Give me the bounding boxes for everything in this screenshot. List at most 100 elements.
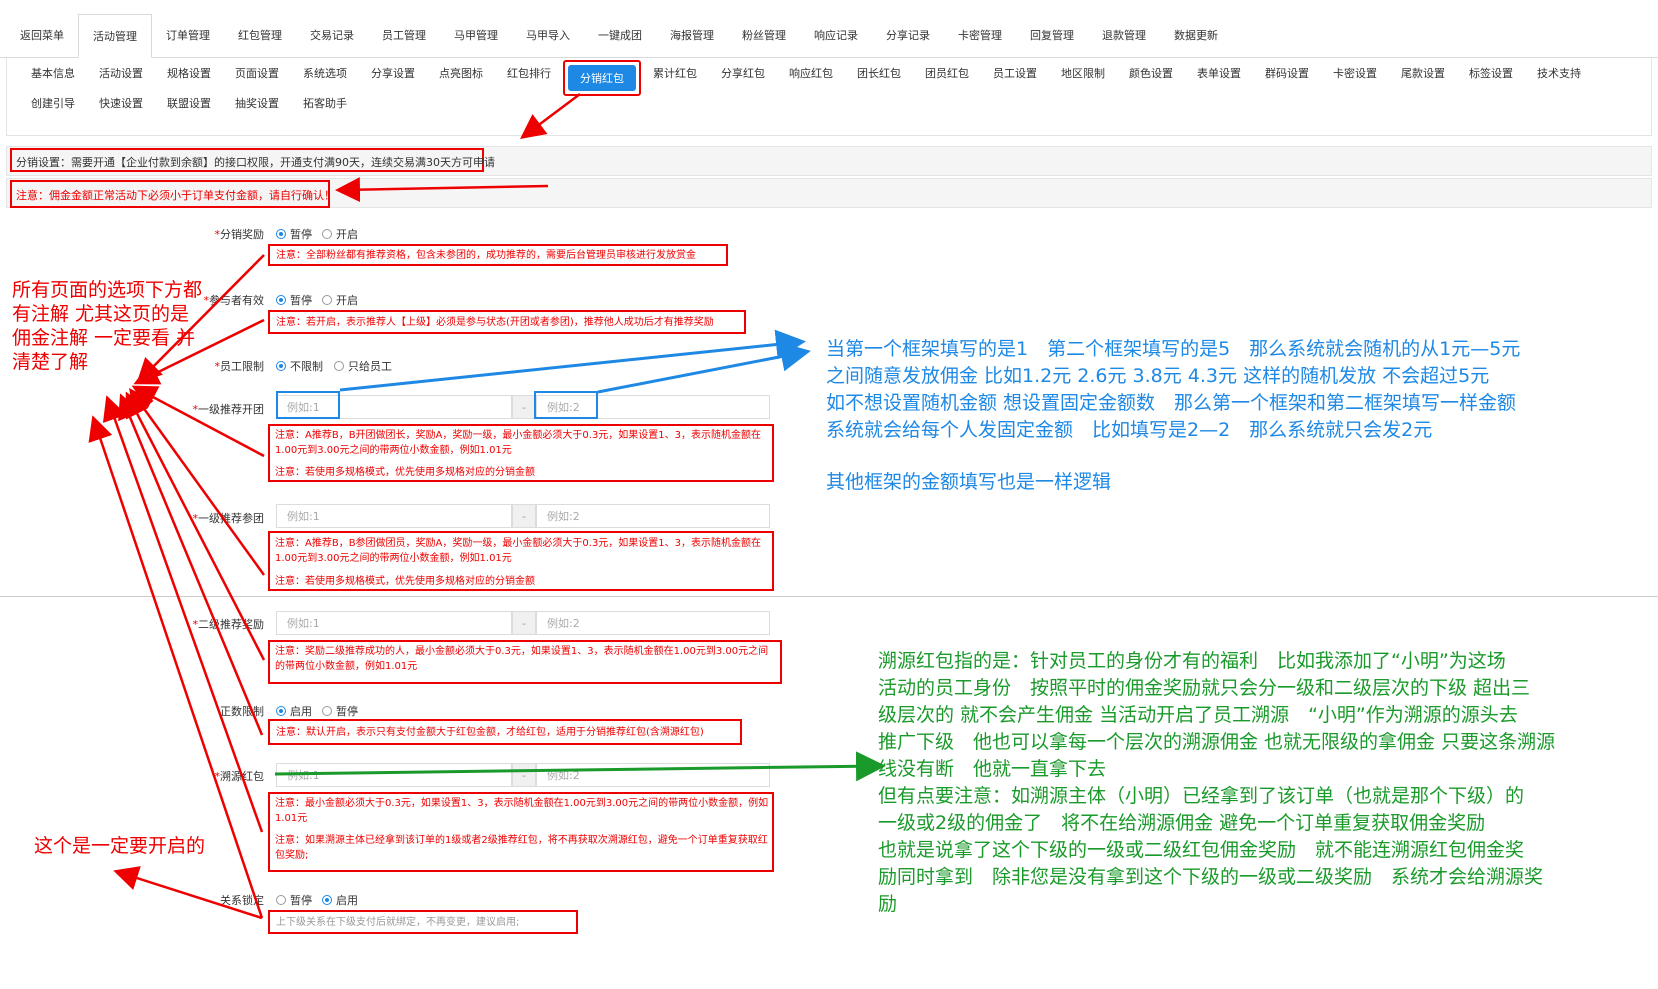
- yuangong-unlimited-radio[interactable]: 不限制: [276, 358, 323, 374]
- commission-warning-notice: 注意：佣金金额正常活动下必须小于订单支付金额，请自行确认！: [16, 189, 335, 202]
- annotation-green-line-4: 推广下级 他也可以拿每一个层次的溯源佣金 也就无限级的拿佣金 只要这条溯源: [878, 731, 1556, 753]
- canyu-pause-radio[interactable]: 暂停: [276, 292, 312, 308]
- fenxiao-pause-radio[interactable]: 暂停: [276, 226, 312, 242]
- zhengshu-pause-radio[interactable]: 暂停: [322, 703, 358, 719]
- guanxi-enable-radio[interactable]: 启用: [322, 892, 358, 908]
- yiji-ct-min-input[interactable]: 例如:1: [276, 504, 512, 528]
- arrow-zhengshu: [118, 393, 264, 736]
- erji-min-input[interactable]: 例如:1: [276, 611, 512, 635]
- suyuan-dash: -: [512, 763, 536, 787]
- tab-vest-import[interactable]: 马甲导入: [512, 13, 584, 57]
- subtab-response-redpacket[interactable]: 响应红包: [777, 60, 845, 86]
- yiji-ct-note-1: 注意：A推荐B，B参团做团员，奖励A，奖励一级，最小金额必须大于0.3元，如果设…: [275, 538, 762, 564]
- subtab-customer-assistant[interactable]: 拓客助手: [291, 90, 359, 116]
- subtab-lottery-settings[interactable]: 抽奖设置: [223, 90, 291, 116]
- suyuan-max-input[interactable]: 例如:2: [536, 763, 770, 787]
- tab-activity-management[interactable]: 活动管理: [78, 14, 152, 58]
- tab-transaction-records[interactable]: 交易记录: [296, 13, 368, 57]
- arrow-yiji-ct: [129, 387, 266, 576]
- annotation-green-line-8: 也就是说拿了这个下级的一级或二级红包佣金奖励 就不能连溯源红包佣金奖: [878, 839, 1525, 861]
- subtab-create-guide[interactable]: 创建引导: [19, 90, 87, 116]
- radio-checked-icon: [276, 295, 286, 305]
- canyu-open-radio[interactable]: 开启: [322, 292, 358, 308]
- yiji-kt-label: *一级推荐开团: [192, 403, 265, 416]
- annotation-green-line-9: 励同时拿到 除非您是没有拿到这个下级的一级或二级奖励 系统才会给溯源奖: [878, 866, 1544, 888]
- subtab-tag-settings[interactable]: 标签设置: [1457, 60, 1525, 86]
- subtab-quick-settings[interactable]: 快速设置: [87, 90, 155, 116]
- zhengshu-label: 正数限制: [220, 705, 264, 718]
- subtab-alliance-settings[interactable]: 联盟设置: [155, 90, 223, 116]
- top-tab-bar: 返回菜单 活动管理 订单管理 红包管理 交易记录 员工管理 马甲管理 马甲导入 …: [0, 0, 1658, 58]
- guanxi-note: 上下级关系在下级支付后就绑定，不再变更，建议启用;: [276, 917, 520, 928]
- subtab-color-settings[interactable]: 颜色设置: [1117, 60, 1185, 86]
- subtab-page-settings[interactable]: 页面设置: [223, 60, 291, 86]
- tab-vest-management[interactable]: 马甲管理: [440, 13, 512, 57]
- annotation-green-line-1: 溯源红包指的是：针对员工的身份才有的福利 比如我添加了“小明”为这场: [878, 650, 1506, 672]
- tab-one-click-group[interactable]: 一键成团: [584, 13, 656, 57]
- yiji-ct-max-input[interactable]: 例如:2: [536, 504, 770, 528]
- subtab-member-redpacket[interactable]: 团员红包: [913, 60, 981, 86]
- guanxi-label: 关系锁定: [220, 894, 264, 907]
- tab-poster-management[interactable]: 海报管理: [656, 13, 728, 57]
- yiji-kt-max-highlight: [534, 391, 598, 419]
- suyuan-min-input[interactable]: 例如:1: [276, 763, 512, 787]
- annotation-blue-line-1: 当第一个框架填写的是1 第二个框架填写的是5 那么系统就会随机的从1元—5元: [826, 338, 1521, 360]
- subtab-distribution-redpacket[interactable]: 分销红包: [568, 65, 636, 91]
- subtab-spec-settings[interactable]: 规格设置: [155, 60, 223, 86]
- tab-share-records[interactable]: 分享记录: [872, 13, 944, 57]
- tab-redpacket-management[interactable]: 红包管理: [224, 13, 296, 57]
- tab-data-update[interactable]: 数据更新: [1160, 13, 1232, 57]
- guanxi-pause-radio[interactable]: 暂停: [276, 892, 312, 908]
- subtab-activity-settings[interactable]: 活动设置: [87, 60, 155, 86]
- subtab-redpacket-rank[interactable]: 红包排行: [495, 60, 563, 86]
- tab-order-management[interactable]: 订单管理: [152, 13, 224, 57]
- fenxiao-label: *分销奖励: [214, 228, 265, 241]
- tab-refund-management[interactable]: 退款管理: [1088, 13, 1160, 57]
- tab-return-menu[interactable]: 返回菜单: [6, 13, 78, 57]
- radio-unchecked-icon: [322, 706, 332, 716]
- subtab-system-options[interactable]: 系统选项: [291, 60, 359, 86]
- tab-card-management[interactable]: 卡密管理: [944, 13, 1016, 57]
- subtab-balance-settings[interactable]: 尾款设置: [1389, 60, 1457, 86]
- subtab-basic-info[interactable]: 基本信息: [19, 60, 87, 86]
- canyu-note: 注意：若开启，表示推荐人【上级】必须是参与状态(开团或者参团)，推荐他人成功后才…: [276, 317, 714, 328]
- erji-max-input[interactable]: 例如:2: [536, 611, 770, 635]
- subtab-share-settings[interactable]: 分享设置: [359, 60, 427, 86]
- subtab-region-limit[interactable]: 地区限制: [1049, 60, 1117, 86]
- subtab-tech-support[interactable]: 技术支持: [1525, 60, 1593, 86]
- subtab-share-redpacket[interactable]: 分享红包: [709, 60, 777, 86]
- yiji-kt-dash: -: [512, 395, 536, 419]
- annotation-must-enable: 这个是一定要开启的: [34, 835, 206, 857]
- subtab-staff-settings[interactable]: 员工设置: [981, 60, 1049, 86]
- page-root: 返回菜单 活动管理 订单管理 红包管理 交易记录 员工管理 马甲管理 马甲导入 …: [0, 0, 1658, 989]
- yiji-ct-dash: -: [512, 504, 536, 528]
- fenxiao-open-radio[interactable]: 开启: [322, 226, 358, 242]
- tab-staff-management[interactable]: 员工管理: [368, 13, 440, 57]
- tab-response-records[interactable]: 响应记录: [800, 13, 872, 57]
- yuangong-label: *员工限制: [214, 360, 265, 373]
- subtab-distribution-highlight: 分销红包: [563, 60, 641, 96]
- tab-fans-management[interactable]: 粉丝管理: [728, 13, 800, 57]
- subtab-light-icon[interactable]: 点亮图标: [427, 60, 495, 86]
- annotation-green-line-7: 一级或2级的佣金了 将不在给溯源佣金 避免一个订单重复获取佣金奖励: [878, 812, 1486, 834]
- subtab-group-code-settings[interactable]: 群码设置: [1253, 60, 1321, 86]
- annotation-green-line-3: 级层次的 就不会产生佣金 当活动开启了员工溯源 “小明”作为溯源的源头去: [878, 704, 1518, 726]
- subtab-form-settings[interactable]: 表单设置: [1185, 60, 1253, 86]
- annotation-green-line-5: 线没有断 他就一直拿下去: [878, 758, 1107, 780]
- annotation-blue-line-2: 之间随意发放佣金 比如1.2元 2.6元 3.8元 4.3元 这样的随机发放 不…: [826, 365, 1490, 387]
- arrow-blue-max: [597, 341, 811, 394]
- arrow-blue-min: [339, 329, 806, 392]
- subtab-leader-redpacket[interactable]: 团长红包: [845, 60, 913, 86]
- yuangong-staff-only-radio[interactable]: 只给员工: [334, 358, 392, 374]
- erji-label: *二级推荐奖励: [192, 618, 265, 631]
- suyuan-note-1: 注意：最小金额必须大于0.3元，如果设置1、3，表示随机金额在1.00元到3.0…: [275, 798, 769, 824]
- tab-reply-management[interactable]: 回复管理: [1016, 13, 1088, 57]
- erji-note: 注意：奖励二级推荐成功的人，最小金额必须大于0.3元，如果设置1、3，表示随机金…: [275, 646, 769, 672]
- annotation-green-line-2: 活动的员工身份 按照平时的佣金奖励就只会分一级和二级层次的下级 超出三: [878, 677, 1531, 699]
- annotation-blue-last: 其他框架的金额填写也是一样逻辑: [826, 471, 1112, 493]
- subtab-card-settings[interactable]: 卡密设置: [1321, 60, 1389, 86]
- suyuan-label: *溯源红包: [214, 770, 265, 783]
- subtab-cumulative-redpacket[interactable]: 累计红包: [641, 60, 709, 86]
- zhengshu-enable-radio[interactable]: 启用: [276, 703, 312, 719]
- yiji-ct-label: *一级推荐参团: [192, 512, 265, 525]
